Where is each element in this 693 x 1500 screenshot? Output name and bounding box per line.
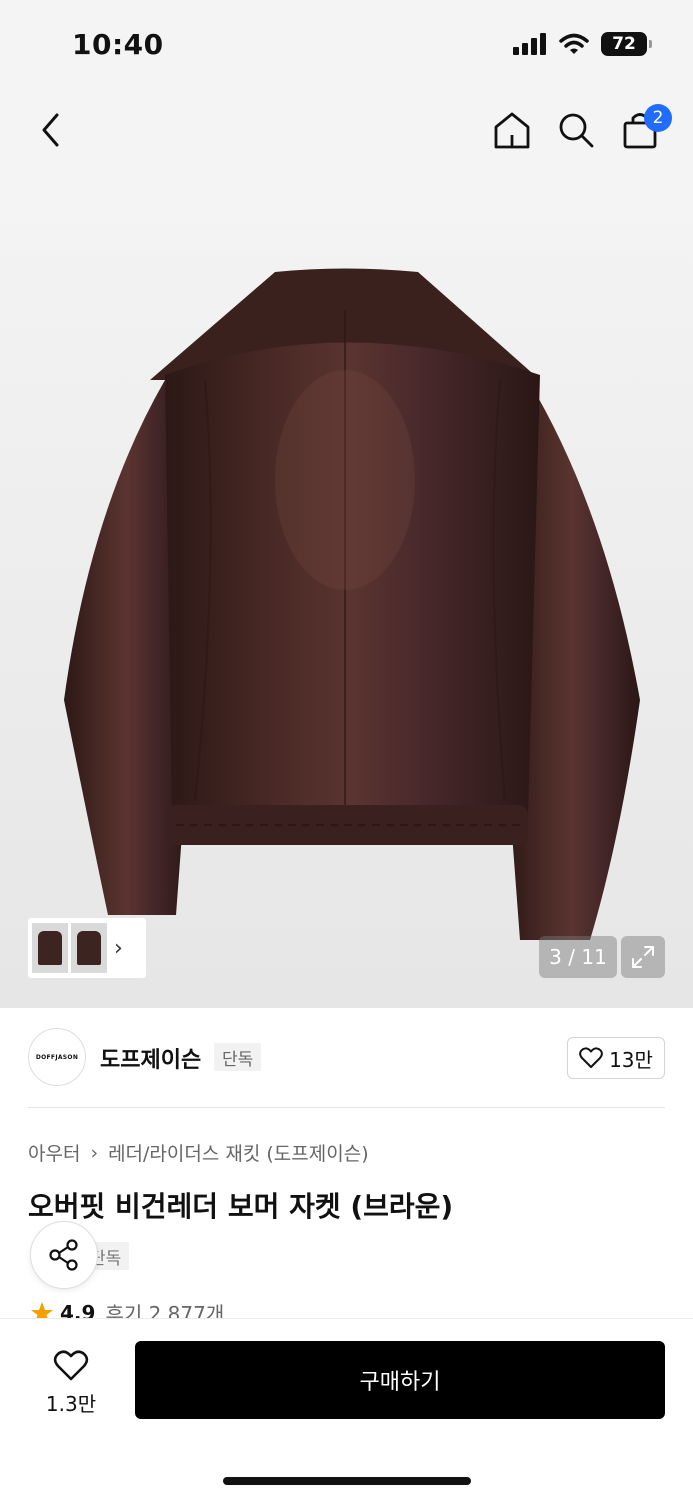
wishlist-count: 1.3만 (45, 1391, 97, 1416)
share-icon (49, 1239, 78, 1271)
status-icons: 72 (513, 32, 652, 56)
chevron-right-icon: › (114, 935, 123, 961)
buy-button[interactable]: 구매하기 (135, 1341, 665, 1419)
breadcrumb-item[interactable]: 아우터 (28, 1139, 80, 1166)
product-title: 오버핏 비건레더 보머 자켓 (브라운) (28, 1190, 454, 1223)
share-button[interactable] (30, 1221, 98, 1289)
battery-indicator: 72 (601, 32, 652, 56)
product-image (64, 268, 640, 940)
wishlist-button[interactable]: 1.3만 (36, 1343, 106, 1423)
home-button[interactable] (490, 108, 534, 152)
back-button[interactable] (34, 110, 68, 150)
status-bar: 10:40 72 (0, 0, 693, 90)
heart-icon (53, 1349, 89, 1380)
wifi-icon (559, 33, 589, 54)
chevron-left-icon (42, 113, 59, 147)
chevron-right-icon: › (90, 1141, 99, 1164)
brand-like-button[interactable]: 13만 (567, 1037, 665, 1079)
bottom-action-bar: 1.3만 구매하기 (0, 1318, 693, 1500)
home-icon (494, 112, 530, 149)
signal-icon (513, 33, 546, 55)
brand-row: DOFFJASON 도프제이슨 단독 13만 (0, 1008, 693, 1108)
product-image-gallery[interactable]: › 3 / 11 (0, 180, 693, 1008)
heart-icon (579, 1047, 603, 1068)
expand-image-button[interactable] (621, 936, 665, 978)
brand-like-count: 13만 (609, 1047, 653, 1072)
expand-icon (632, 946, 654, 968)
cart-button[interactable]: 2 (620, 104, 672, 150)
search-icon (559, 113, 594, 148)
divider (28, 1107, 665, 1108)
home-indicator (223, 1477, 471, 1485)
image-page-counter: 3 / 11 (539, 936, 617, 978)
search-button[interactable] (554, 108, 598, 152)
brand-name[interactable]: 도프제이슨 (100, 1042, 201, 1074)
thumbnail[interactable] (71, 923, 107, 973)
breadcrumb-item[interactable]: 레더/라이더스 재킷 (도프제이슨) (108, 1139, 369, 1166)
status-time: 10:40 (72, 28, 164, 61)
cart-count-badge: 2 (644, 104, 672, 132)
brand-exclusive-tag: 단독 (214, 1043, 262, 1071)
breadcrumb: 아우터 › 레더/라이더스 재킷 (도프제이슨) (28, 1139, 369, 1166)
nav-bar: 2 (0, 90, 693, 180)
thumbnail-strip[interactable]: › (28, 918, 146, 978)
thumbnail[interactable] (32, 923, 68, 973)
brand-logo[interactable]: DOFFJASON (28, 1028, 86, 1086)
